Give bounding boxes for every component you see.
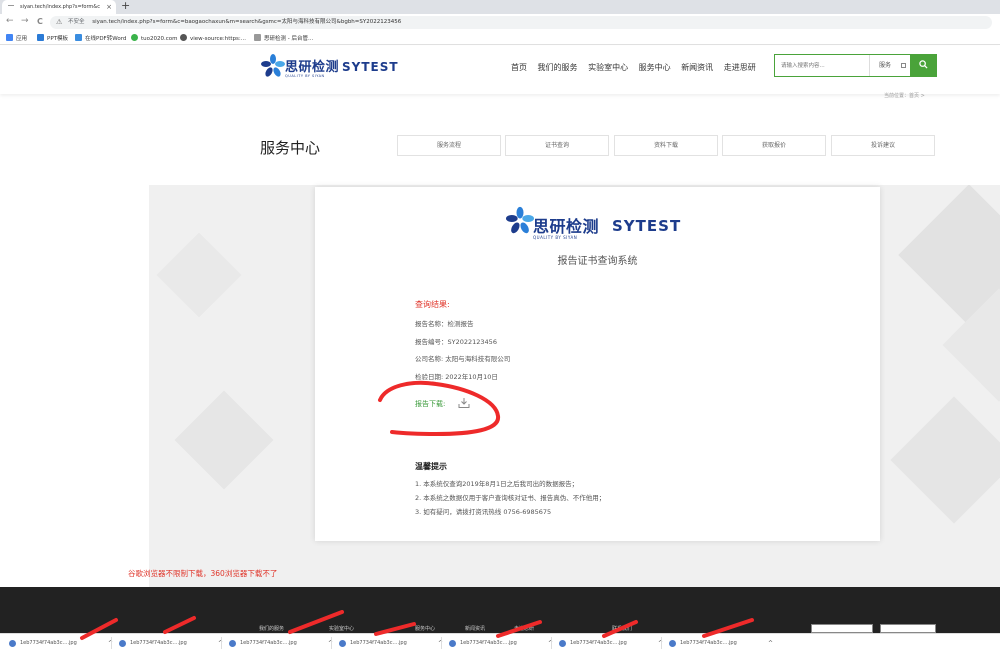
globe-icon — [180, 34, 187, 41]
new-tab-button[interactable]: + — [121, 0, 130, 12]
forward-button[interactable]: → — [21, 16, 29, 26]
nav-services[interactable]: 我们的服务 — [538, 63, 578, 72]
page-icon — [254, 34, 261, 41]
search-icon — [918, 60, 928, 69]
decor-diamond — [890, 396, 1000, 524]
tip-item: 1. 本系统仅查询2019年8月1日之后我司出的数据报告； — [415, 480, 579, 488]
tips-title: 温馨提示 — [415, 462, 447, 471]
tab-downloads[interactable]: 资料下载 — [614, 135, 718, 156]
result-label: 查询结果: — [415, 300, 450, 309]
logo-tagline: QUALITY BY SIYAN — [285, 74, 325, 78]
logo-chinese: 思研检测 — [285, 60, 340, 75]
search-input[interactable] — [775, 55, 869, 76]
logo-petal-icon — [261, 54, 285, 77]
logo-english: SYTEST — [342, 60, 399, 74]
nav-home[interactable]: 首页 — [511, 63, 527, 72]
bookmark-siyan-admin[interactable]: 思研检测 - 后台管... — [254, 34, 313, 42]
card-logo-english: SYTEST — [612, 217, 682, 235]
reload-button[interactable]: C — [37, 17, 43, 26]
query-result-card: 思研检测 SYTEST QUALITY BY SIYAN 报告证书查询系统 查询… — [315, 187, 880, 541]
tab-certificate-query[interactable]: 证书查询 — [505, 135, 609, 156]
tab-service-process[interactable]: 服务流程 — [397, 135, 501, 156]
breadcrumb[interactable]: 当前位置：首页 > — [884, 92, 925, 99]
checkbox-icon — [901, 63, 906, 68]
card-logo: 思研检测 SYTEST QUALITY BY SIYAN — [506, 201, 696, 249]
bookmark-view-source[interactable]: view-source:https:... — [180, 34, 246, 42]
back-button[interactable]: ← — [6, 16, 14, 26]
bookmark-tuo[interactable]: tuo2020.com — [131, 34, 178, 42]
not-secure-label: 不安全 — [68, 19, 85, 25]
card-logo-chinese: 思研检测 — [533, 217, 600, 236]
report-number: 报告编号：SY2022123456 — [415, 338, 497, 346]
annotation-note: 谷歌浏览器不限制下载，360浏览器下载不了 — [128, 569, 278, 578]
site-search: 服务 — [774, 54, 937, 77]
search-button[interactable] — [910, 55, 936, 76]
bookmarks-bar: 应用 PPT模板 在线PDF转Word tuo2020.com view-sou… — [0, 31, 1000, 45]
ppt-icon — [37, 34, 44, 41]
bookmark-apps[interactable]: 应用 — [6, 34, 27, 42]
nav-news[interactable]: 新闻资讯 — [681, 63, 713, 72]
tab-title: siyan.tech/index.php?s=form&c — [20, 4, 100, 10]
search-scope-select[interactable]: 服务 — [869, 55, 911, 76]
bookmark-ppt[interactable]: PPT模板 — [37, 34, 68, 42]
nav-about[interactable]: 走进思研 — [724, 63, 756, 72]
card-logo-tagline: QUALITY BY SIYAN — [533, 235, 578, 240]
tab-favicon-icon — [8, 5, 14, 9]
url-input[interactable]: ⚠ 不安全 siyan.tech/index.php?s=form&c=baog… — [50, 16, 992, 29]
site-logo[interactable]: 思研检测 SYTEST QUALITY BY SIYAN — [261, 54, 401, 84]
browser-tab-strip: siyan.tech/index.php?s=form&c × + — [0, 0, 1000, 14]
red-strike-marks — [80, 610, 754, 640]
tab-close-button[interactable]: × — [106, 0, 112, 14]
browser-tab[interactable]: siyan.tech/index.php?s=form&c × — [2, 0, 116, 14]
nav-service-center[interactable]: 服务中心 — [639, 63, 671, 72]
red-annotation-scribble — [378, 380, 500, 437]
page-title: 服务中心 — [260, 139, 321, 157]
search-scope-value: 服务 — [879, 62, 892, 69]
apps-grid-icon — [6, 34, 13, 41]
company-name: 公司名称: 太阳与海科技有限公司 — [415, 355, 511, 363]
system-title: 报告证书查询系统 — [557, 256, 638, 267]
site-icon — [131, 34, 138, 41]
logo-petal-icon — [506, 206, 534, 234]
tip-item: 3. 如有疑问，请拨打资讯热线 0756-6985675 — [415, 508, 552, 516]
main-nav: 首页 我们的服务 实验室中心 服务中心 新闻资讯 走进思研 — [511, 62, 764, 73]
decor-diamond — [174, 390, 274, 490]
address-bar: ← → C ⚠ 不安全 siyan.tech/index.php?s=form&… — [0, 14, 1000, 31]
tip-item: 2. 本系统之数据仅用于客户查询核对证书、报告真伪、不作他用； — [415, 494, 606, 502]
url-text: siyan.tech/index.php?s=form&c=baogaochax… — [92, 19, 402, 25]
not-secure-icon: ⚠ — [56, 18, 63, 26]
tab-get-quote[interactable]: 获取报价 — [722, 135, 826, 156]
decor-diamond — [156, 232, 242, 318]
tab-complaints[interactable]: 投诉建议 — [831, 135, 935, 156]
report-name: 报告名称：检测报告 — [415, 320, 474, 328]
nav-lab-center[interactable]: 实验室中心 — [588, 63, 628, 72]
pdf-icon — [75, 34, 82, 41]
site-header: 思研检测 SYTEST QUALITY BY SIYAN 首页 我们的服务 实验… — [0, 46, 1000, 94]
bookmark-pdf[interactable]: 在线PDF转Word — [75, 34, 126, 42]
